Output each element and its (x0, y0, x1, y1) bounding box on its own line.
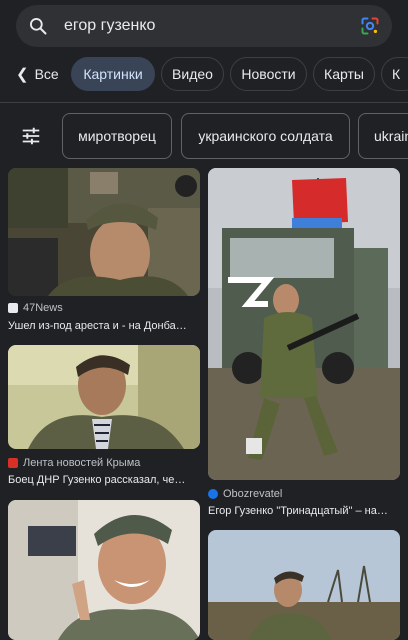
chevron-left-icon: ❮ (16, 66, 29, 83)
tab-all-label: Все (34, 66, 59, 82)
search-input[interactable]: егор гузенко (64, 17, 155, 35)
image-result[interactable]: 47News Ушел из-под ареста и - на Донба… (8, 168, 200, 338)
filter-chip-label: миротворец (78, 128, 156, 144)
tune-filter-icon[interactable] (20, 125, 42, 147)
result-caption[interactable]: Боец ДНР Гузенко рассказал, че… (8, 474, 200, 486)
result-caption[interactable]: Егор Гузенко "Тринадцатый" – на… (208, 505, 400, 517)
soldier-selfie-image (8, 168, 200, 296)
source-favicon-icon (8, 303, 18, 313)
source-name: Лента новостей Крыма (23, 457, 141, 469)
soldier-with-truck-image (208, 168, 400, 480)
tab-news[interactable]: Новости (230, 57, 307, 91)
image-result[interactable]: Лента новостей Крыма Боец ДНР Гузенко ра… (8, 345, 200, 490)
tab-news-label: Новости (241, 66, 296, 82)
result-source: Obozrevatel (208, 488, 282, 500)
soldier-smiling-image (8, 500, 200, 640)
source-favicon-icon (208, 489, 218, 499)
result-source: Лента новостей Крыма (8, 457, 140, 469)
result-thumbnail[interactable] (8, 500, 200, 640)
tab-video-label: Видео (172, 66, 213, 82)
tab-images-label: Картинки (83, 66, 143, 82)
filter-chip-label: ukrain (374, 128, 408, 144)
tab-maps[interactable]: Карты (313, 57, 375, 91)
filter-chip[interactable]: миротворец (62, 113, 172, 159)
result-thumbnail[interactable] (208, 168, 400, 480)
source-name: 47News (23, 302, 63, 314)
tab-more[interactable]: К (381, 57, 408, 91)
header-divider (0, 102, 408, 103)
result-source: 47News (8, 302, 63, 314)
tab-video[interactable]: Видео (161, 57, 224, 91)
tab-all[interactable]: ❮ Все (16, 57, 59, 91)
result-caption[interactable]: Ушел из-под ареста и - на Донба… (8, 320, 200, 332)
result-thumbnail[interactable] (8, 345, 200, 449)
tab-more-label: К (392, 66, 401, 82)
search-icon[interactable] (28, 16, 48, 36)
search-tabs: ❮ Все Картинки Видео Новости Карты К (0, 57, 408, 91)
google-lens-icon[interactable] (360, 16, 380, 36)
tab-images[interactable]: Картинки (71, 57, 155, 91)
filter-chip[interactable]: украинского солдата (181, 113, 350, 159)
soldier-portrait-image (8, 345, 200, 449)
image-result[interactable] (208, 530, 400, 640)
result-thumbnail[interactable] (208, 530, 400, 640)
soldier-field-image (208, 530, 400, 640)
source-favicon-icon (8, 458, 18, 468)
filter-chip[interactable]: ukrain (358, 113, 408, 159)
image-result[interactable] (8, 500, 200, 640)
source-name: Obozrevatel (223, 488, 283, 500)
tab-maps-label: Карты (324, 66, 364, 82)
filter-chip-label: украинского солдата (198, 128, 333, 144)
image-result[interactable]: Obozrevatel Егор Гузенко "Тринадцатый" –… (208, 168, 400, 522)
search-bar[interactable]: егор гузенко (16, 5, 392, 47)
result-thumbnail[interactable] (8, 168, 200, 296)
filter-row: миротворец украинского солдата ukrain (0, 113, 408, 159)
